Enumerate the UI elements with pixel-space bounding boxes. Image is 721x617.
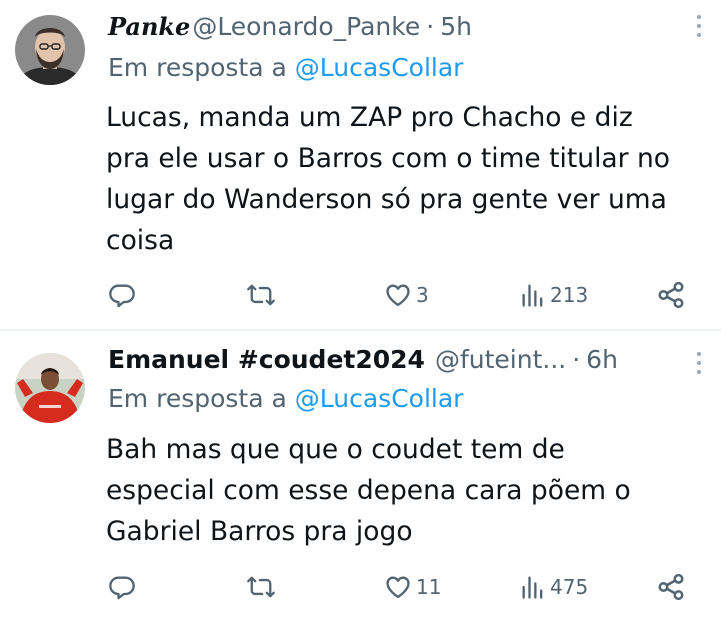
views-icon [520, 573, 546, 601]
tweet-text-line: Lucas, manda um ZAP pro Chacho e diz [106, 102, 633, 133]
retweet-button[interactable] [246, 567, 280, 607]
tweet-text-line: pra ele usar o Barros com o time titular… [106, 143, 670, 174]
like-button[interactable]: 11 [384, 567, 441, 607]
retweet-icon [246, 281, 276, 309]
avatar[interactable] [15, 15, 85, 85]
reply-button[interactable] [108, 275, 140, 315]
reply-icon [108, 573, 136, 601]
tweet-text-line: especial com esse depena cara põem o [106, 475, 631, 506]
heart-icon [384, 281, 412, 309]
separator-dot: · [426, 11, 435, 41]
action-bar: 11 475 [0, 567, 721, 607]
like-count: 11 [416, 575, 442, 599]
tweet-text-line: coisa [106, 225, 175, 256]
avatar[interactable] [15, 353, 85, 423]
views-count: 475 [550, 575, 589, 599]
more-icon[interactable] [695, 352, 703, 374]
like-count: 3 [416, 283, 429, 307]
user-handle[interactable]: @futeint... [435, 345, 566, 374]
reply-context: Em resposta a @LucasCollar [108, 53, 463, 82]
tweet-header: Panke @Leonardo_Panke · 5h [108, 6, 671, 46]
timestamp[interactable]: 6h [586, 345, 618, 374]
display-name[interactable]: Panke [108, 12, 190, 41]
user-handle[interactable]: @Leonardo_Panke [192, 12, 420, 41]
reply-mention-link[interactable]: @LucasCollar [295, 53, 464, 82]
reply-icon [108, 281, 136, 309]
share-button[interactable] [656, 275, 686, 315]
heart-icon [384, 573, 412, 601]
timestamp[interactable]: 5h [440, 12, 472, 41]
tweet[interactable]: Emanuel #coudet2024 @futeint... · 6h Em … [0, 331, 721, 617]
reply-prefix: Em resposta a [108, 53, 287, 82]
tweet-header: Emanuel #coudet2024 @futeint... · 6h [108, 339, 671, 379]
retweet-button[interactable] [246, 275, 280, 315]
views-button[interactable]: 213 [520, 275, 588, 315]
tweet-text-line: lugar do Wanderson só pra gente ver uma [106, 184, 667, 215]
tweet-text-line: Gabriel Barros pra jogo [106, 516, 413, 547]
retweet-icon [246, 573, 276, 601]
share-button[interactable] [656, 567, 686, 607]
views-button[interactable]: 475 [520, 567, 588, 607]
reply-context: Em resposta a @LucasCollar [108, 384, 463, 413]
tweet-text-line: Bah mas que que o coudet tem de [106, 434, 565, 465]
separator-dot: · [572, 344, 581, 374]
reply-mention-link[interactable]: @LucasCollar [295, 384, 464, 413]
tweet-text: Lucas, manda um ZAP pro Chacho e diz pra… [106, 97, 716, 261]
display-name[interactable]: Emanuel #coudet2024 [108, 345, 425, 374]
action-bar: 3 213 [0, 275, 721, 315]
reply-prefix: Em resposta a [108, 384, 287, 413]
like-button[interactable]: 3 [384, 275, 429, 315]
tweet[interactable]: Panke @Leonardo_Panke · 5h Em resposta a… [0, 0, 721, 330]
views-icon [520, 281, 546, 309]
more-icon[interactable] [695, 15, 703, 37]
share-icon [656, 572, 686, 602]
share-icon [656, 280, 686, 310]
views-count: 213 [550, 283, 589, 307]
reply-button[interactable] [108, 567, 140, 607]
tweet-text: Bah mas que que o coudet tem de especial… [106, 429, 716, 552]
